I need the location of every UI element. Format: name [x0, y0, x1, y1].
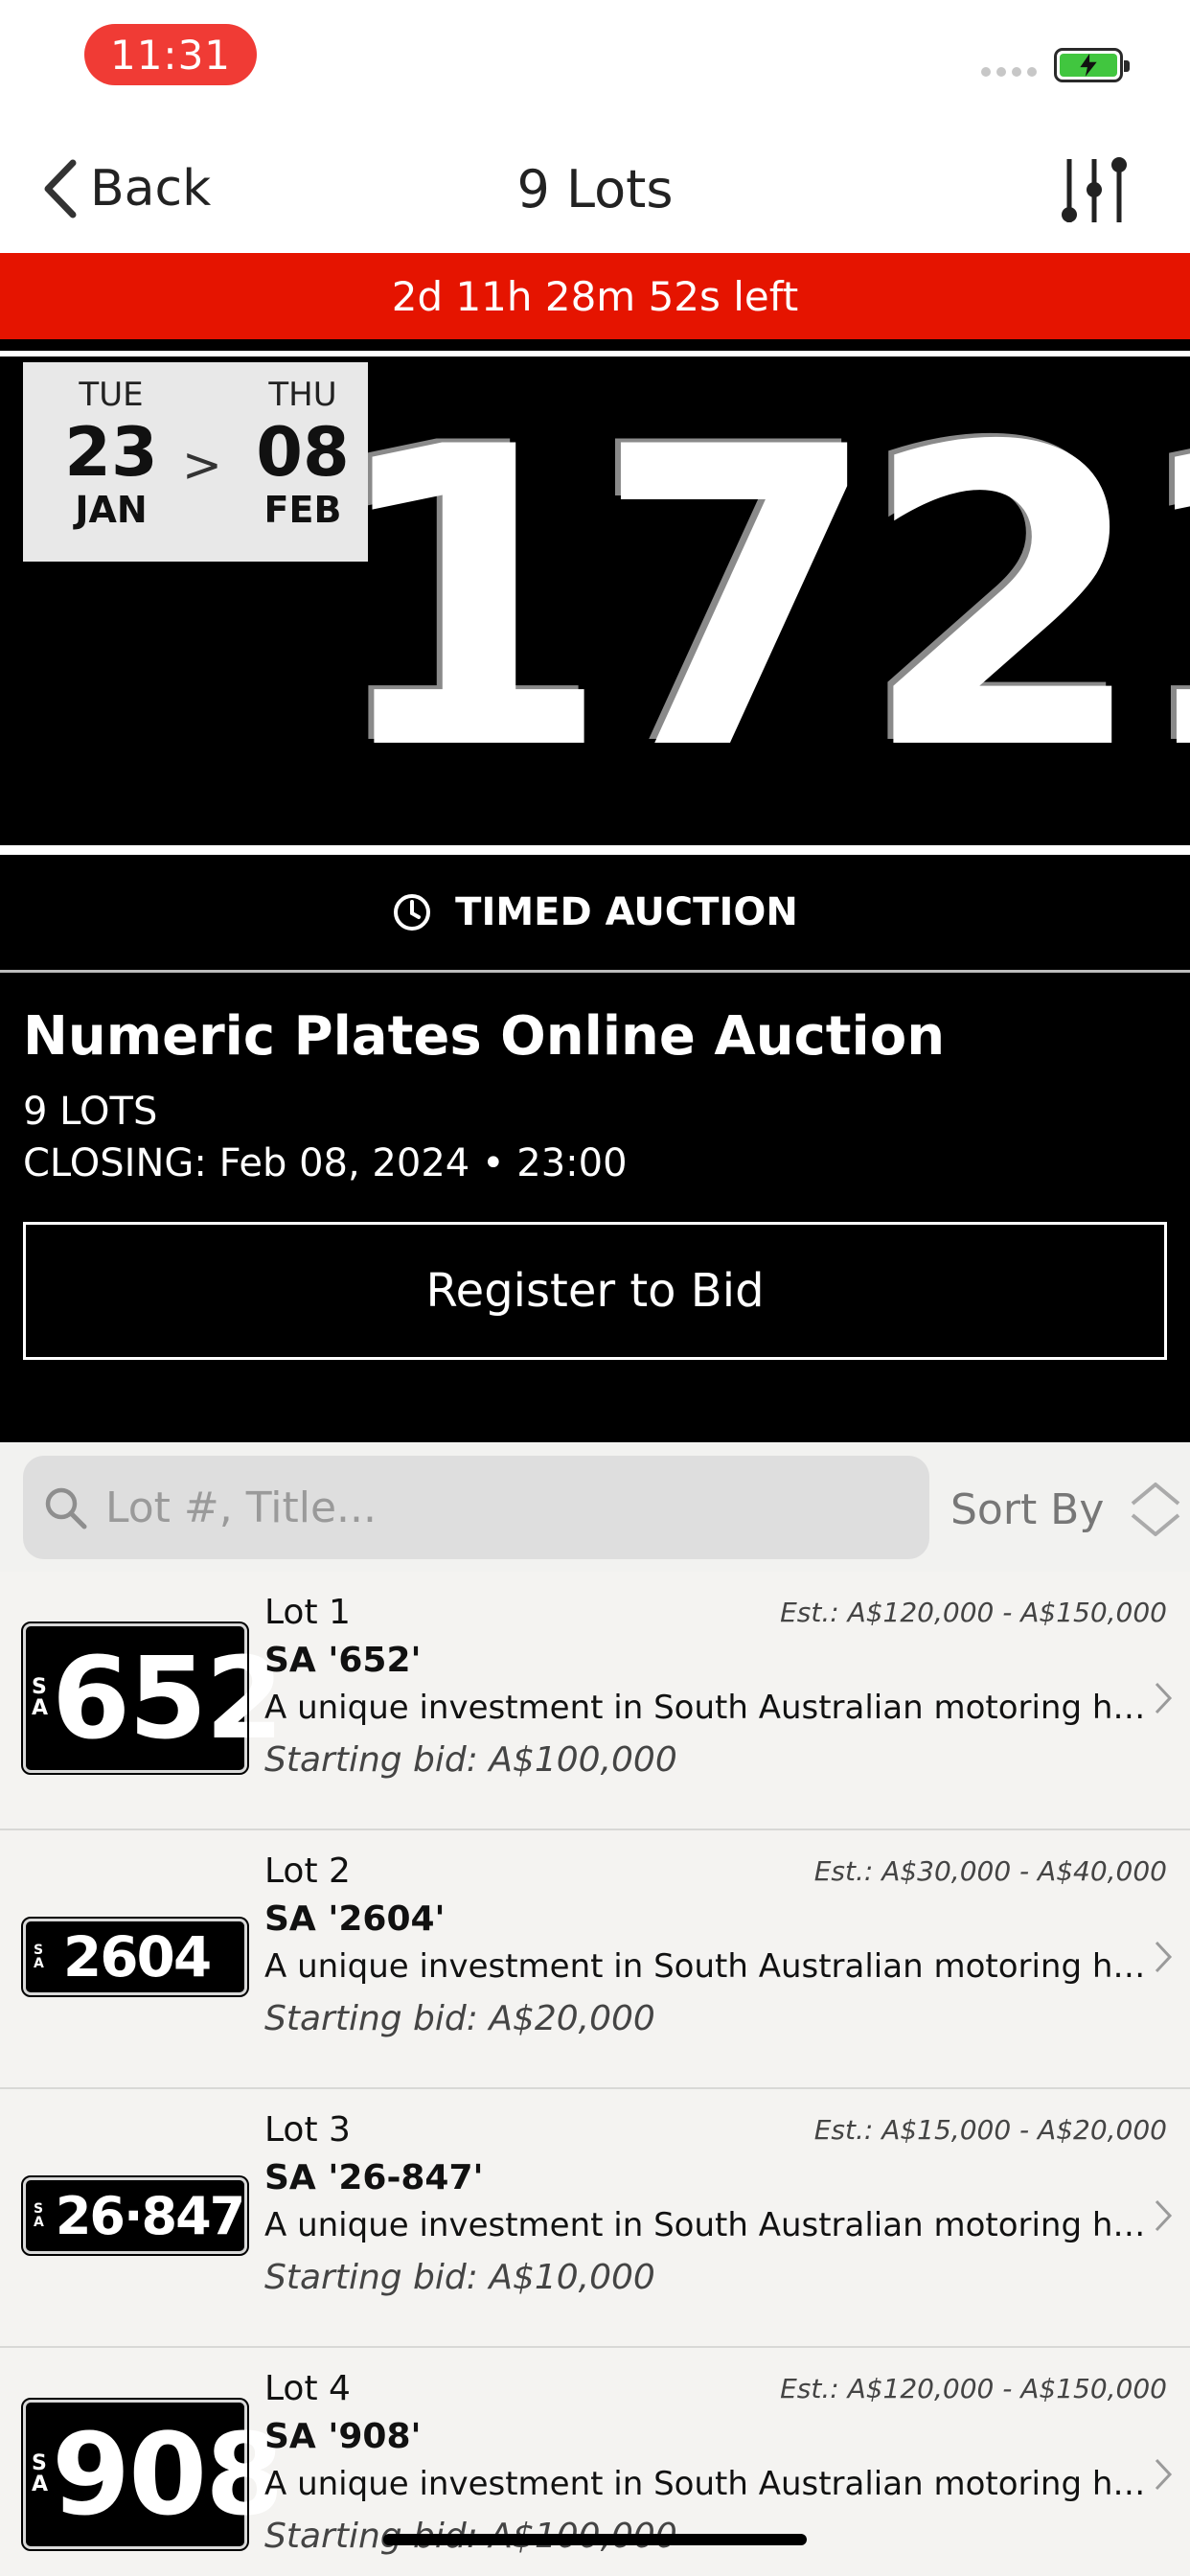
chevron-right-icon	[1155, 2199, 1173, 2232]
home-indicator[interactable]	[383, 2534, 807, 2545]
register-to-bid-button[interactable]: Register to Bid	[23, 1222, 1167, 1360]
auction-title: Numeric Plates Online Auction	[23, 1005, 946, 1068]
signal-icon	[981, 67, 1037, 77]
navigation-bar: Back 9 Lots	[0, 125, 1190, 253]
plate-number: 26·847	[55, 2185, 245, 2246]
lot-title: SA '652'	[264, 1641, 422, 1680]
countdown-banner: 2d 11h 28m 52s left	[0, 253, 1190, 339]
start-day: 23	[64, 413, 158, 492]
auction-type-label: TIMED AUCTION	[455, 890, 798, 934]
plate-image: SA 908	[21, 2398, 284, 2551]
lots-list: SA 652 Lot 1 Est.: A$120,000 - A$150,000…	[0, 1572, 1190, 2576]
lot-row-3[interactable]: SA 26·847 Lot 3 Est.: A$15,000 - A$20,00…	[0, 2089, 1190, 2348]
lot-title: SA '26-847'	[264, 2158, 484, 2197]
auction-closing: CLOSING: Feb 08, 2024 • 23:00	[23, 1141, 628, 1185]
lot-row-1[interactable]: SA 652 Lot 1 Est.: A$120,000 - A$150,000…	[0, 1572, 1190, 1830]
plate-image: SA 26·847	[21, 2175, 249, 2256]
start-month: JAN	[75, 488, 148, 531]
lot-description: A unique investment in South Australian …	[264, 2206, 1150, 2244]
lot-starting-bid: Starting bid: A$10,000	[264, 2258, 655, 2297]
lot-number: Lot 2	[264, 1852, 351, 1891]
lot-description: A unique investment in South Australian …	[264, 2465, 1150, 2503]
plate-number: 652	[52, 1632, 284, 1764]
date-arrow: >	[182, 437, 222, 493]
lot-description: A unique investment in South Australian …	[264, 1689, 1150, 1727]
chevron-right-icon	[1155, 1682, 1173, 1714]
auction-hero-banner: 1721 TUE 23 JAN > THU 08 FEB	[0, 356, 1190, 845]
lot-row-2[interactable]: SA 2604 Lot 2 Est.: A$30,000 - A$40,000 …	[0, 1830, 1190, 2089]
lot-number: Lot 4	[264, 2369, 351, 2408]
search-sort-bar: Sort By	[0, 1442, 1190, 1572]
page-title: 9 Lots	[516, 159, 674, 219]
plate-image: SA 2604	[21, 1917, 249, 1997]
end-day: 08	[256, 413, 350, 492]
plate-image: SA 652	[21, 1622, 284, 1775]
lot-estimate: Est.: A$120,000 - A$150,000	[780, 2373, 1167, 2404]
status-time: 11:31	[84, 24, 257, 85]
auction-type-bar: TIMED AUCTION	[0, 855, 1190, 970]
lot-description: A unique investment in South Australian …	[264, 1947, 1150, 1986]
lot-title: SA '908'	[264, 2417, 422, 2456]
plate-number: 908	[52, 2408, 284, 2541]
sort-chevrons-icon	[1132, 1483, 1180, 1536]
auction-lot-count: 9 LOTS	[23, 1090, 158, 1134]
lot-starting-bid: Starting bid: A$20,000	[264, 1999, 655, 2038]
clock-icon	[394, 894, 431, 931]
lot-title: SA '2604'	[264, 1899, 446, 1939]
lot-estimate: Est.: A$30,000 - A$40,000	[813, 1855, 1167, 1887]
auction-info: Numeric Plates Online Auction 9 LOTS CLO…	[0, 973, 1190, 1442]
chevron-right-icon	[1155, 2458, 1173, 2491]
search-input[interactable]	[105, 1483, 891, 1532]
plate-number: 2604	[62, 1924, 212, 1990]
lot-estimate: Est.: A$120,000 - A$150,000	[780, 1597, 1167, 1628]
lot-estimate: Est.: A$15,000 - A$20,000	[813, 2114, 1167, 2146]
sliders-icon	[1062, 157, 1127, 222]
lot-number: Lot 3	[264, 2110, 351, 2150]
search-box[interactable]	[23, 1456, 929, 1559]
chevron-right-icon	[1155, 1941, 1173, 1973]
date-range-box: TUE 23 JAN > THU 08 FEB	[23, 362, 368, 562]
divider	[0, 339, 1190, 351]
filter-sliders-button[interactable]	[1060, 153, 1133, 230]
end-month: FEB	[263, 488, 342, 531]
search-icon	[45, 1487, 87, 1530]
lot-number: Lot 1	[264, 1593, 351, 1632]
sort-by-label: Sort By	[950, 1484, 1105, 1534]
hero-plate-number: 1721	[326, 361, 1190, 840]
lot-starting-bid: Starting bid: A$100,000	[264, 1740, 677, 1780]
divider	[0, 845, 1190, 855]
sort-by-button[interactable]: Sort By	[950, 1481, 1182, 1538]
status-bar: 11:31	[0, 0, 1190, 125]
start-date: TUE 23 JAN	[44, 376, 178, 531]
end-date: THU 08 FEB	[236, 376, 370, 531]
battery-charging-icon	[1054, 48, 1130, 82]
end-day-of-week: THU	[268, 376, 337, 414]
start-day-of-week: TUE	[79, 376, 144, 414]
